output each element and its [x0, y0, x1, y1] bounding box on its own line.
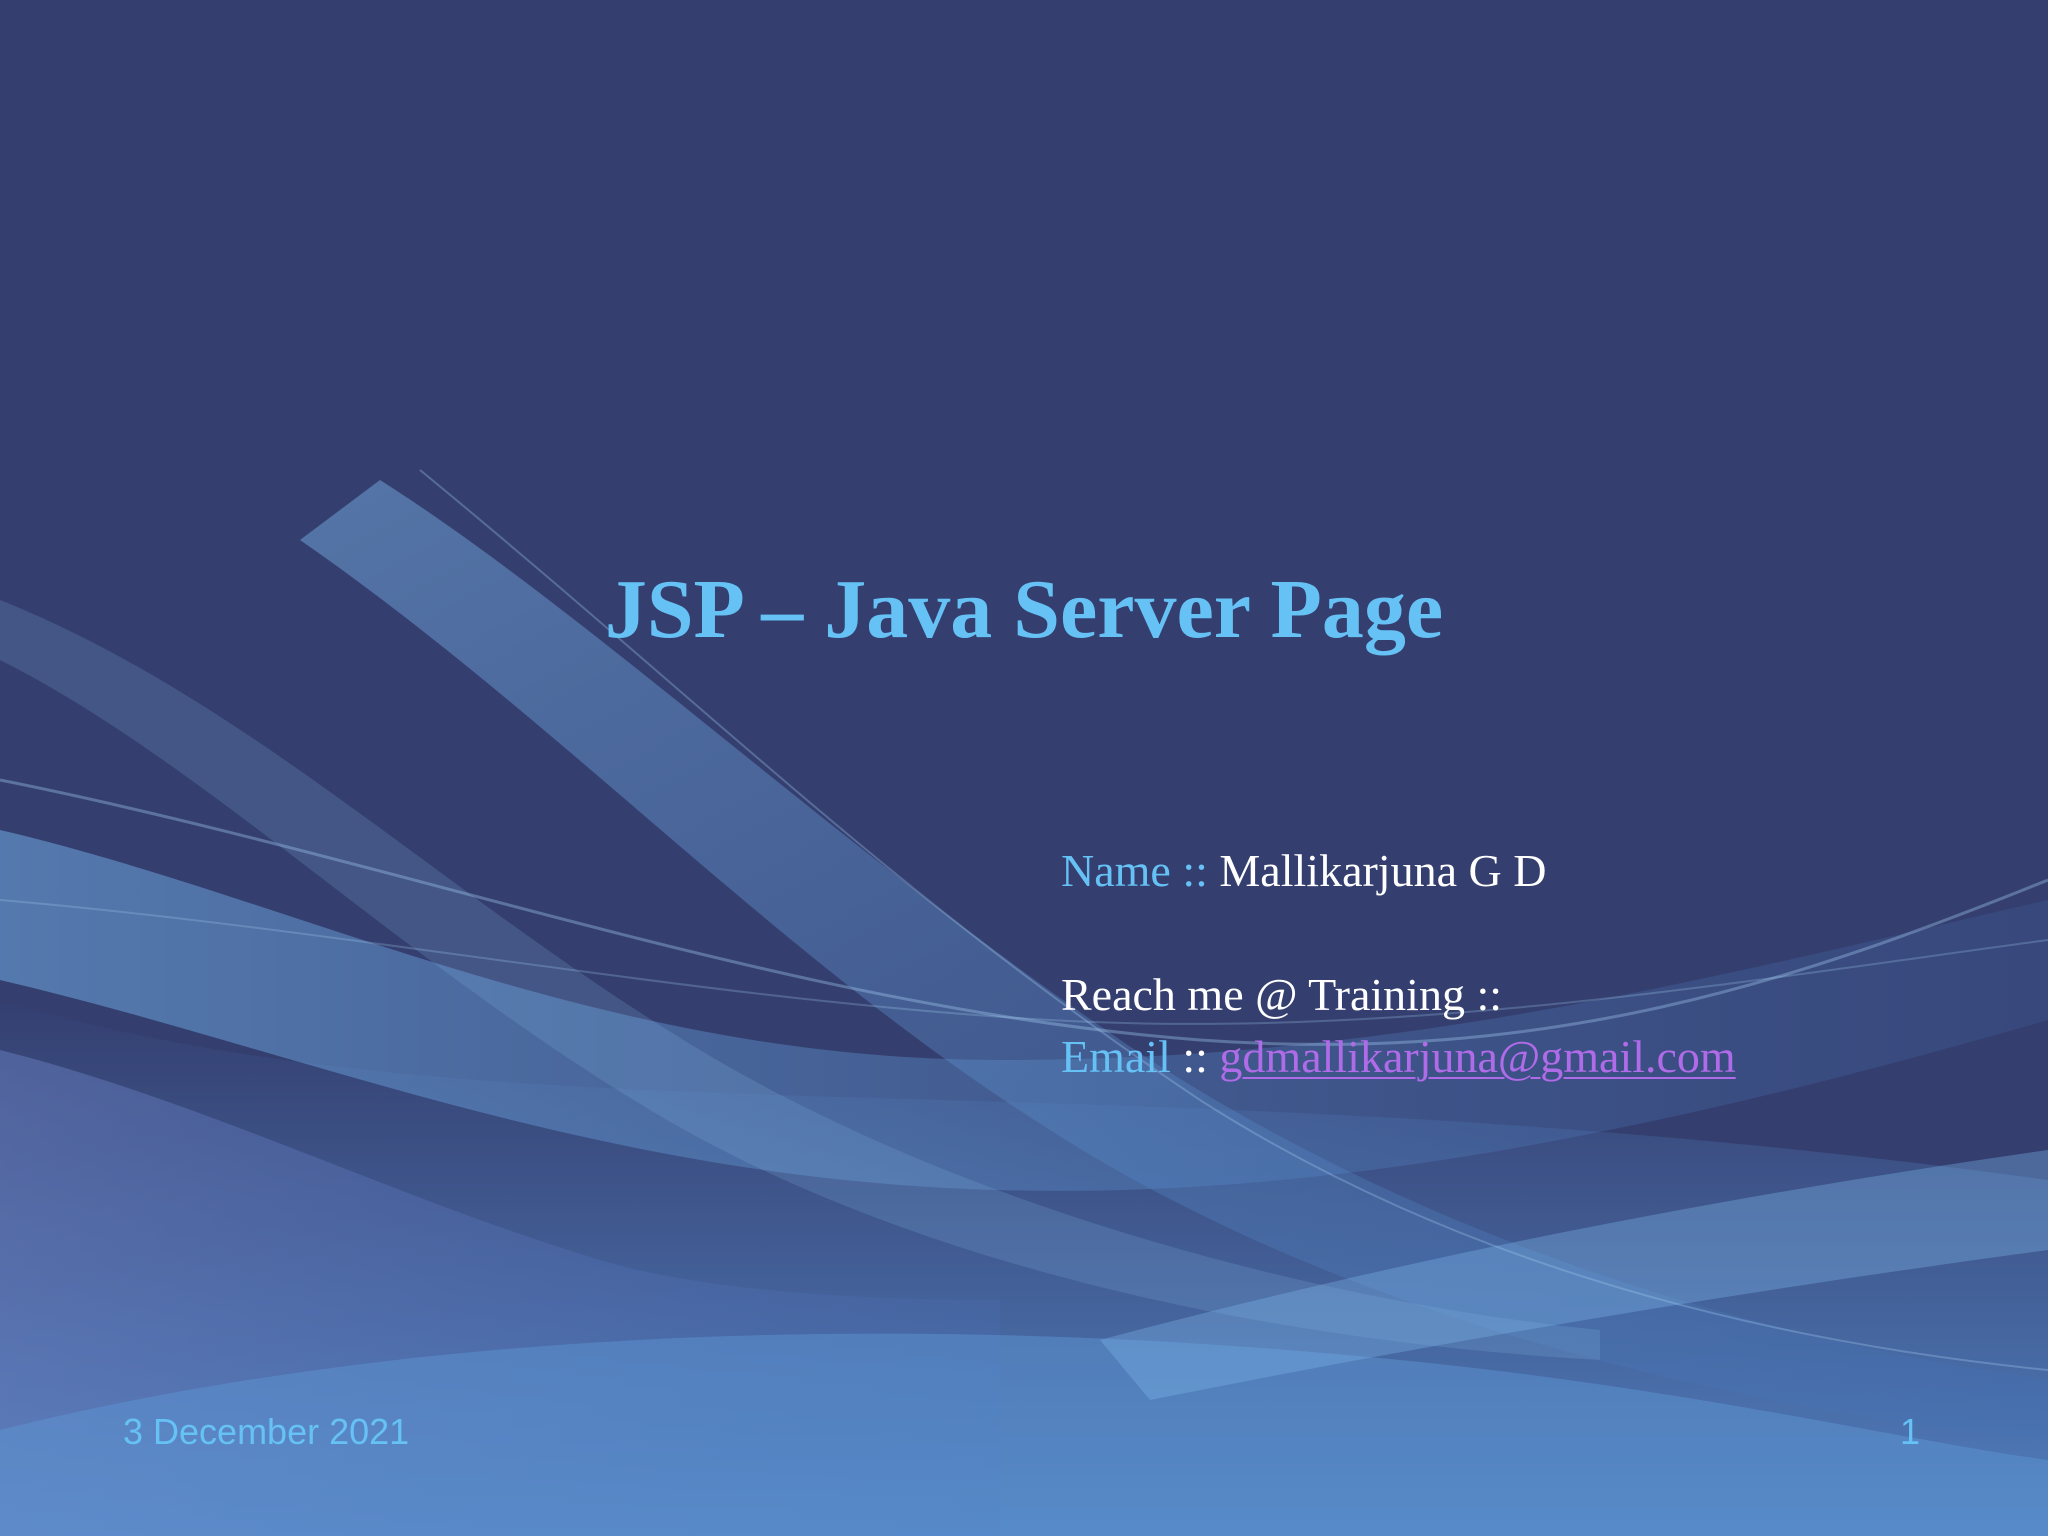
- email-row: Email :: gdmallikarjuna@gmail.com: [1061, 1026, 1736, 1088]
- name-value: Mallikarjuna G D: [1219, 845, 1547, 896]
- page-number: 1: [1899, 1411, 1920, 1452]
- name-row: Name :: Mallikarjuna G D: [1061, 840, 1736, 902]
- footer-date: 3 December 2021: [123, 1411, 410, 1452]
- reach-text: Reach me @ Training ::: [1061, 969, 1502, 1020]
- slide-title: JSP – Java Server Page: [604, 563, 1444, 656]
- name-label: Name ::: [1061, 845, 1208, 896]
- email-separator: ::: [1182, 1031, 1208, 1082]
- reach-row: Reach me @ Training ::: [1061, 964, 1736, 1026]
- email-label: Email: [1061, 1031, 1171, 1082]
- contact-info: Name :: Mallikarjuna G D Reach me @ Trai…: [1061, 840, 1736, 1088]
- background-waves: [0, 469, 2048, 1536]
- email-link[interactable]: gdmallikarjuna@gmail.com: [1219, 1031, 1735, 1082]
- slide: JSP – Java Server Page Name :: Mallikarj…: [0, 0, 2048, 1536]
